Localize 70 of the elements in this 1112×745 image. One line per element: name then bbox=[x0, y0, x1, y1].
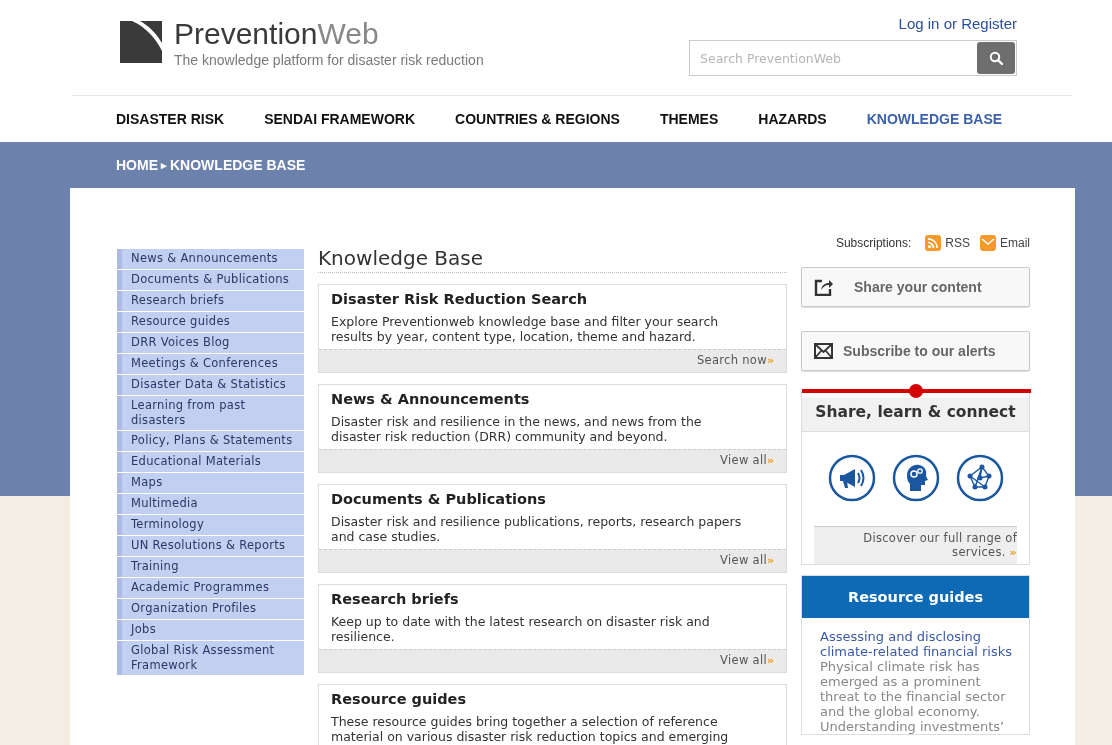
panel-title: Share, learn & connect bbox=[802, 398, 1029, 432]
chevron-icon: » bbox=[766, 454, 774, 467]
subscriptions-label: Subscriptions: bbox=[835, 235, 912, 250]
card-title: Research briefs bbox=[331, 590, 460, 609]
card-description: Keep up to date with the latest research on disaster risk and resilience. bbox=[331, 614, 711, 644]
panel-title: Resource guides bbox=[847, 589, 984, 605]
login-link[interactable]: Log in or Register bbox=[898, 15, 1017, 32]
card-title: Disaster Risk Reduction Search bbox=[331, 290, 589, 309]
share-icon bbox=[814, 278, 834, 296]
action-button[interactable]: Subscribe to our alerts bbox=[801, 331, 1030, 371]
card-title: News & Announcements bbox=[331, 390, 531, 409]
card-link[interactable]: View all bbox=[720, 653, 767, 667]
guide-summary: Physical climate risk has emerged as a prominent threat to the financial sector and the global economy. Understanding investments’ bbox=[820, 659, 1007, 734]
card-link[interactable]: View all bbox=[720, 553, 767, 567]
nav-tab[interactable]: COUNTRIES & REGIONS bbox=[455, 111, 620, 127]
head-gears-icon[interactable] bbox=[891, 454, 940, 502]
sidebar-item[interactable]: News & Announcements bbox=[117, 249, 304, 269]
sidebar-item[interactable]: Training bbox=[117, 557, 304, 577]
card-link[interactable]: Search now bbox=[697, 353, 767, 367]
sidebar-item[interactable]: Documents & Publications bbox=[117, 270, 304, 290]
sidebar-item[interactable]: Resource guides bbox=[117, 312, 304, 332]
sidebar-item[interactable]: Multimedia bbox=[117, 494, 304, 514]
card-description: Explore Preventionweb knowledge base and filter your search results by year, content type, location, theme and hazard. bbox=[331, 314, 720, 344]
sidebar-item[interactable]: Research briefs bbox=[117, 291, 304, 311]
subscription-link[interactable]: Email bbox=[1000, 235, 1030, 250]
card-description: Disaster risk and resilience in the news, and news from the disaster risk reduction (DRR) community and beyond. bbox=[331, 414, 703, 444]
sidebar-item[interactable]: Educational Materials bbox=[117, 452, 304, 472]
search-field[interactable]: Search PreventionWeb bbox=[689, 40, 1017, 76]
page-title: Knowledge Base bbox=[318, 246, 787, 273]
action-button[interactable]: Share your content bbox=[801, 267, 1030, 307]
nav-tab[interactable]: SENDAI FRAMEWORK bbox=[264, 111, 415, 127]
sidebar-item[interactable]: Learning from past disasters bbox=[117, 396, 304, 430]
logo-name: PreventionWeb bbox=[174, 19, 380, 49]
card-description: These resource guides bring together a selection of reference material on various disaster risk reduction topics and emerging bbox=[331, 714, 730, 744]
nav-tab[interactable]: HAZARDS bbox=[758, 111, 827, 127]
breadcrumb-link[interactable]: KNOWLEDGE BASE bbox=[170, 157, 306, 173]
envelope-icon bbox=[814, 343, 833, 359]
sidebar-item[interactable]: Disaster Data & Statistics bbox=[117, 375, 304, 395]
chevron-icon: » bbox=[766, 354, 774, 367]
megaphone-icon[interactable] bbox=[827, 454, 876, 502]
sidebar-item[interactable]: Maps bbox=[117, 473, 304, 493]
network-icon[interactable] bbox=[955, 454, 1004, 502]
nav-tab[interactable]: THEMES bbox=[659, 111, 719, 127]
chevron-icon: » bbox=[766, 554, 774, 567]
sidebar-item[interactable]: Academic Programmes bbox=[117, 578, 304, 598]
card-link[interactable]: View all bbox=[720, 453, 767, 467]
sidebar-item[interactable]: Organization Profiles bbox=[117, 599, 304, 619]
sidebar-item[interactable]: DRR Voices Blog bbox=[117, 333, 304, 353]
card-title: Documents & Publications bbox=[331, 490, 547, 509]
subscription-link[interactable]: RSS bbox=[945, 235, 970, 250]
email-icon bbox=[980, 234, 996, 251]
sidebar-item[interactable]: UN Resolutions & Reports bbox=[117, 536, 304, 556]
tagline: The knowledge platform for disaster risk reduction bbox=[174, 52, 484, 68]
search-icon bbox=[989, 51, 1003, 65]
rss-icon bbox=[925, 234, 942, 251]
card-description: Disaster risk and resilience publications, reports, research papers and case studies. bbox=[331, 514, 743, 544]
nav-tab[interactable]: KNOWLEDGE BASE bbox=[866, 111, 1003, 127]
sidebar-item[interactable]: Meetings & Conferences bbox=[117, 354, 304, 374]
breadcrumb-link[interactable]: HOME bbox=[116, 157, 158, 173]
sidebar-item[interactable]: Jobs bbox=[117, 620, 304, 640]
chevron-icon: » bbox=[766, 654, 774, 667]
sidebar-item[interactable]: Terminology bbox=[117, 515, 304, 535]
guide-link[interactable]: Assessing and disclosing climate-related financial risks bbox=[820, 629, 1017, 659]
sidebar-item[interactable]: Policy, Plans & Statements bbox=[117, 431, 304, 451]
search-button[interactable] bbox=[977, 42, 1015, 74]
breadcrumb-separator: ▸ bbox=[161, 158, 167, 172]
sidebar-item[interactable]: Global Risk Assessment Framework bbox=[117, 641, 304, 675]
logo-icon bbox=[120, 21, 162, 63]
nav-tab[interactable]: DISASTER RISK bbox=[116, 111, 225, 127]
card-title: Resource guides bbox=[331, 690, 468, 709]
